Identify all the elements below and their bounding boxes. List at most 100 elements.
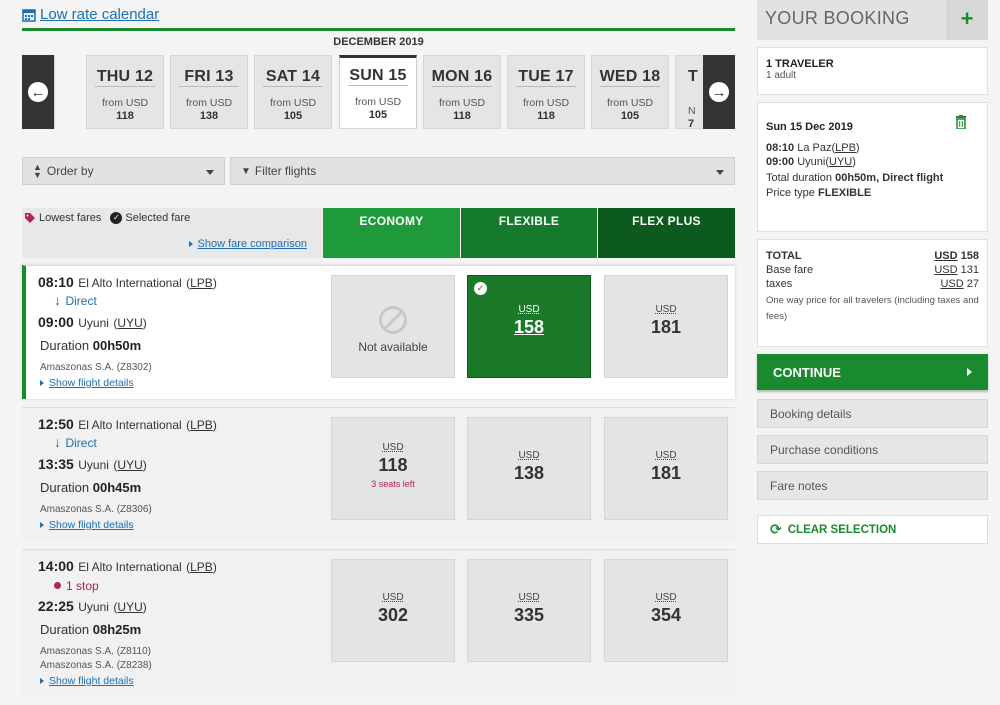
day-name: SUN 15 [349, 67, 407, 84]
fare-economy[interactable]: USD 118 3 seats left [331, 417, 455, 520]
flight-row: 14:00 El Alto International (LPB) 1 stop… [22, 549, 735, 697]
booking-details-button[interactable]: Booking details [757, 399, 988, 428]
arrival-airport: Uyuni [78, 316, 109, 330]
day-name: FRI 13 [184, 68, 234, 85]
route-type: Direct [65, 436, 97, 450]
day-wed-18[interactable]: WED 18 from USD 105 [591, 55, 669, 129]
duration-value: 00h50m [92, 338, 142, 353]
flight-summary: Sun 15 Dec 2019 08:10 La Paz(LPB) 09:00 … [757, 102, 988, 232]
day-thu-12[interactable]: THU 12 from USD 118 [86, 55, 164, 129]
total-value: 158 [960, 250, 979, 262]
arrow-right-icon: → [709, 82, 729, 102]
fare-economy-unavailable: Not available [331, 275, 455, 378]
arrival-time: 13:35 [38, 456, 74, 472]
price-type-label: Price type [766, 187, 815, 199]
fare-flex-plus[interactable]: USD 354 [604, 559, 728, 662]
day-tue-17[interactable]: TUE 17 from USD 118 [507, 55, 585, 129]
duration-value: 08h25m [92, 622, 142, 637]
date-strip: ous ys THU 12 from USD 118 FRI 13 from U… [22, 55, 735, 129]
duration-label: Duration [40, 480, 90, 495]
purchase-conditions-button[interactable]: Purchase conditions [757, 435, 988, 464]
low-rate-calendar-link[interactable]: Low rate calendar [22, 6, 159, 23]
departure-code: LPB [190, 560, 213, 574]
day-sat-14[interactable]: SAT 14 from USD 105 [254, 55, 332, 129]
trash-icon[interactable] [955, 115, 967, 134]
order-by-dropdown[interactable]: ▲ ▼ Order by [22, 157, 225, 185]
day-name: MON 16 [431, 68, 493, 85]
price-summary: TOTAL USD 158 Base fare USD 131 taxes USD 2… [757, 239, 988, 347]
departure-airport: El Alto International [78, 276, 182, 290]
booking-title: YOUR BOOKING [765, 8, 910, 28]
filter-icon: ▼ [241, 165, 251, 177]
fare-amount: 354 [650, 605, 682, 625]
day-name: SAT 14 [265, 68, 321, 85]
prev-days-button[interactable]: ← [22, 55, 54, 129]
price-note: One way price for all travelers (includi… [766, 295, 979, 322]
fare-flexible[interactable]: USD 335 [467, 559, 591, 662]
fare-amount: 335 [513, 605, 545, 625]
show-flight-details[interactable]: Show flight details [40, 377, 134, 389]
caret-right-icon [967, 368, 972, 376]
not-available-label: Not available [358, 340, 428, 354]
arrow-down-icon: ↓ [54, 434, 61, 450]
duration-value: 00h45m [92, 480, 142, 495]
route-type: Direct [65, 294, 97, 308]
fare-flexible[interactable]: USD 138 [467, 417, 591, 520]
summary-arr-code: UYU [829, 156, 853, 168]
day-name: TUE 17 [518, 68, 574, 85]
fare-notes-button[interactable]: Fare notes [757, 471, 988, 500]
day-price: 118 [453, 110, 471, 122]
day-name: WED 18 [599, 68, 661, 85]
show-fare-comparison[interactable]: Show fare comparison [188, 238, 307, 250]
day-mon-16[interactable]: MON 16 from USD 118 [423, 55, 501, 129]
arrival-code: UYU [117, 600, 143, 614]
booking-header: YOUR BOOKING + [757, 0, 988, 40]
airline: Amaszonas S.A. (Z8302) [40, 362, 152, 373]
sort-icon: ▲ ▼ [33, 162, 42, 180]
price-type-value: FLEXIBLE [817, 187, 872, 199]
clear-selection-button[interactable]: ⟳ CLEAR SELECTION [757, 515, 988, 544]
route-type: 1 stop [66, 579, 99, 593]
departure-code: LPB [190, 276, 213, 290]
fare-flex-plus[interactable]: USD 181 [604, 275, 728, 378]
arrival-airport: Uyuni [78, 458, 109, 472]
departure-airport: El Alto International [78, 560, 182, 574]
departure-airport: El Alto International [78, 418, 182, 432]
divider [22, 28, 735, 31]
next-days-button[interactable]: → [703, 55, 735, 129]
fare-currency: USD [655, 592, 677, 603]
total-currency: USD [934, 250, 958, 262]
show-flight-details[interactable]: Show flight details [40, 519, 134, 531]
day-from-label: from USD [438, 97, 486, 109]
departure-time: 14:00 [38, 558, 74, 574]
expand-booking-button[interactable]: + [946, 0, 988, 40]
base-fare-value: 131 [960, 264, 979, 276]
check-icon: ✓ [474, 282, 487, 295]
clear-selection-label: CLEAR SELECTION [787, 523, 897, 536]
day-price: 118 [537, 110, 555, 122]
show-flight-details[interactable]: Show flight details [40, 675, 134, 687]
summary-arr-time: 09:00 [766, 156, 795, 168]
fare-flexible-selected[interactable]: ✓ USD 158 [467, 275, 591, 378]
airline: Amaszonas S.A. (Z8110) [40, 646, 151, 657]
departure-time: 12:50 [38, 416, 74, 432]
chevron-down-icon [716, 170, 724, 175]
arrival-code: UYU [117, 458, 143, 472]
day-fri-13[interactable]: FRI 13 from USD 138 [170, 55, 248, 129]
arrow-down-icon: ↓ [54, 292, 61, 308]
traveler-count: 1 TRAVELER [766, 58, 834, 70]
fare-currency: USD [655, 450, 677, 461]
fare-economy[interactable]: USD 302 [331, 559, 455, 662]
day-price: 105 [620, 110, 640, 122]
fare-currency: USD [382, 592, 404, 603]
order-by-label: Order by [46, 164, 94, 178]
continue-button[interactable]: CONTINUE [757, 354, 988, 390]
day-name: THU 12 [96, 68, 154, 85]
filter-flights-dropdown[interactable]: ▼ Filter flights [230, 157, 735, 185]
fare-flex-plus[interactable]: USD 181 [604, 417, 728, 520]
fare-legend: Lowest fares ✓ Selected fare Show fare c… [22, 208, 322, 258]
base-fare-label: Base fare [766, 264, 814, 276]
day-sun-15-selected[interactable]: SUN 15 from USD 105 [339, 55, 417, 129]
calendar-link-label[interactable]: Low rate calendar [40, 6, 159, 23]
day-from-label: from USD [522, 97, 570, 109]
